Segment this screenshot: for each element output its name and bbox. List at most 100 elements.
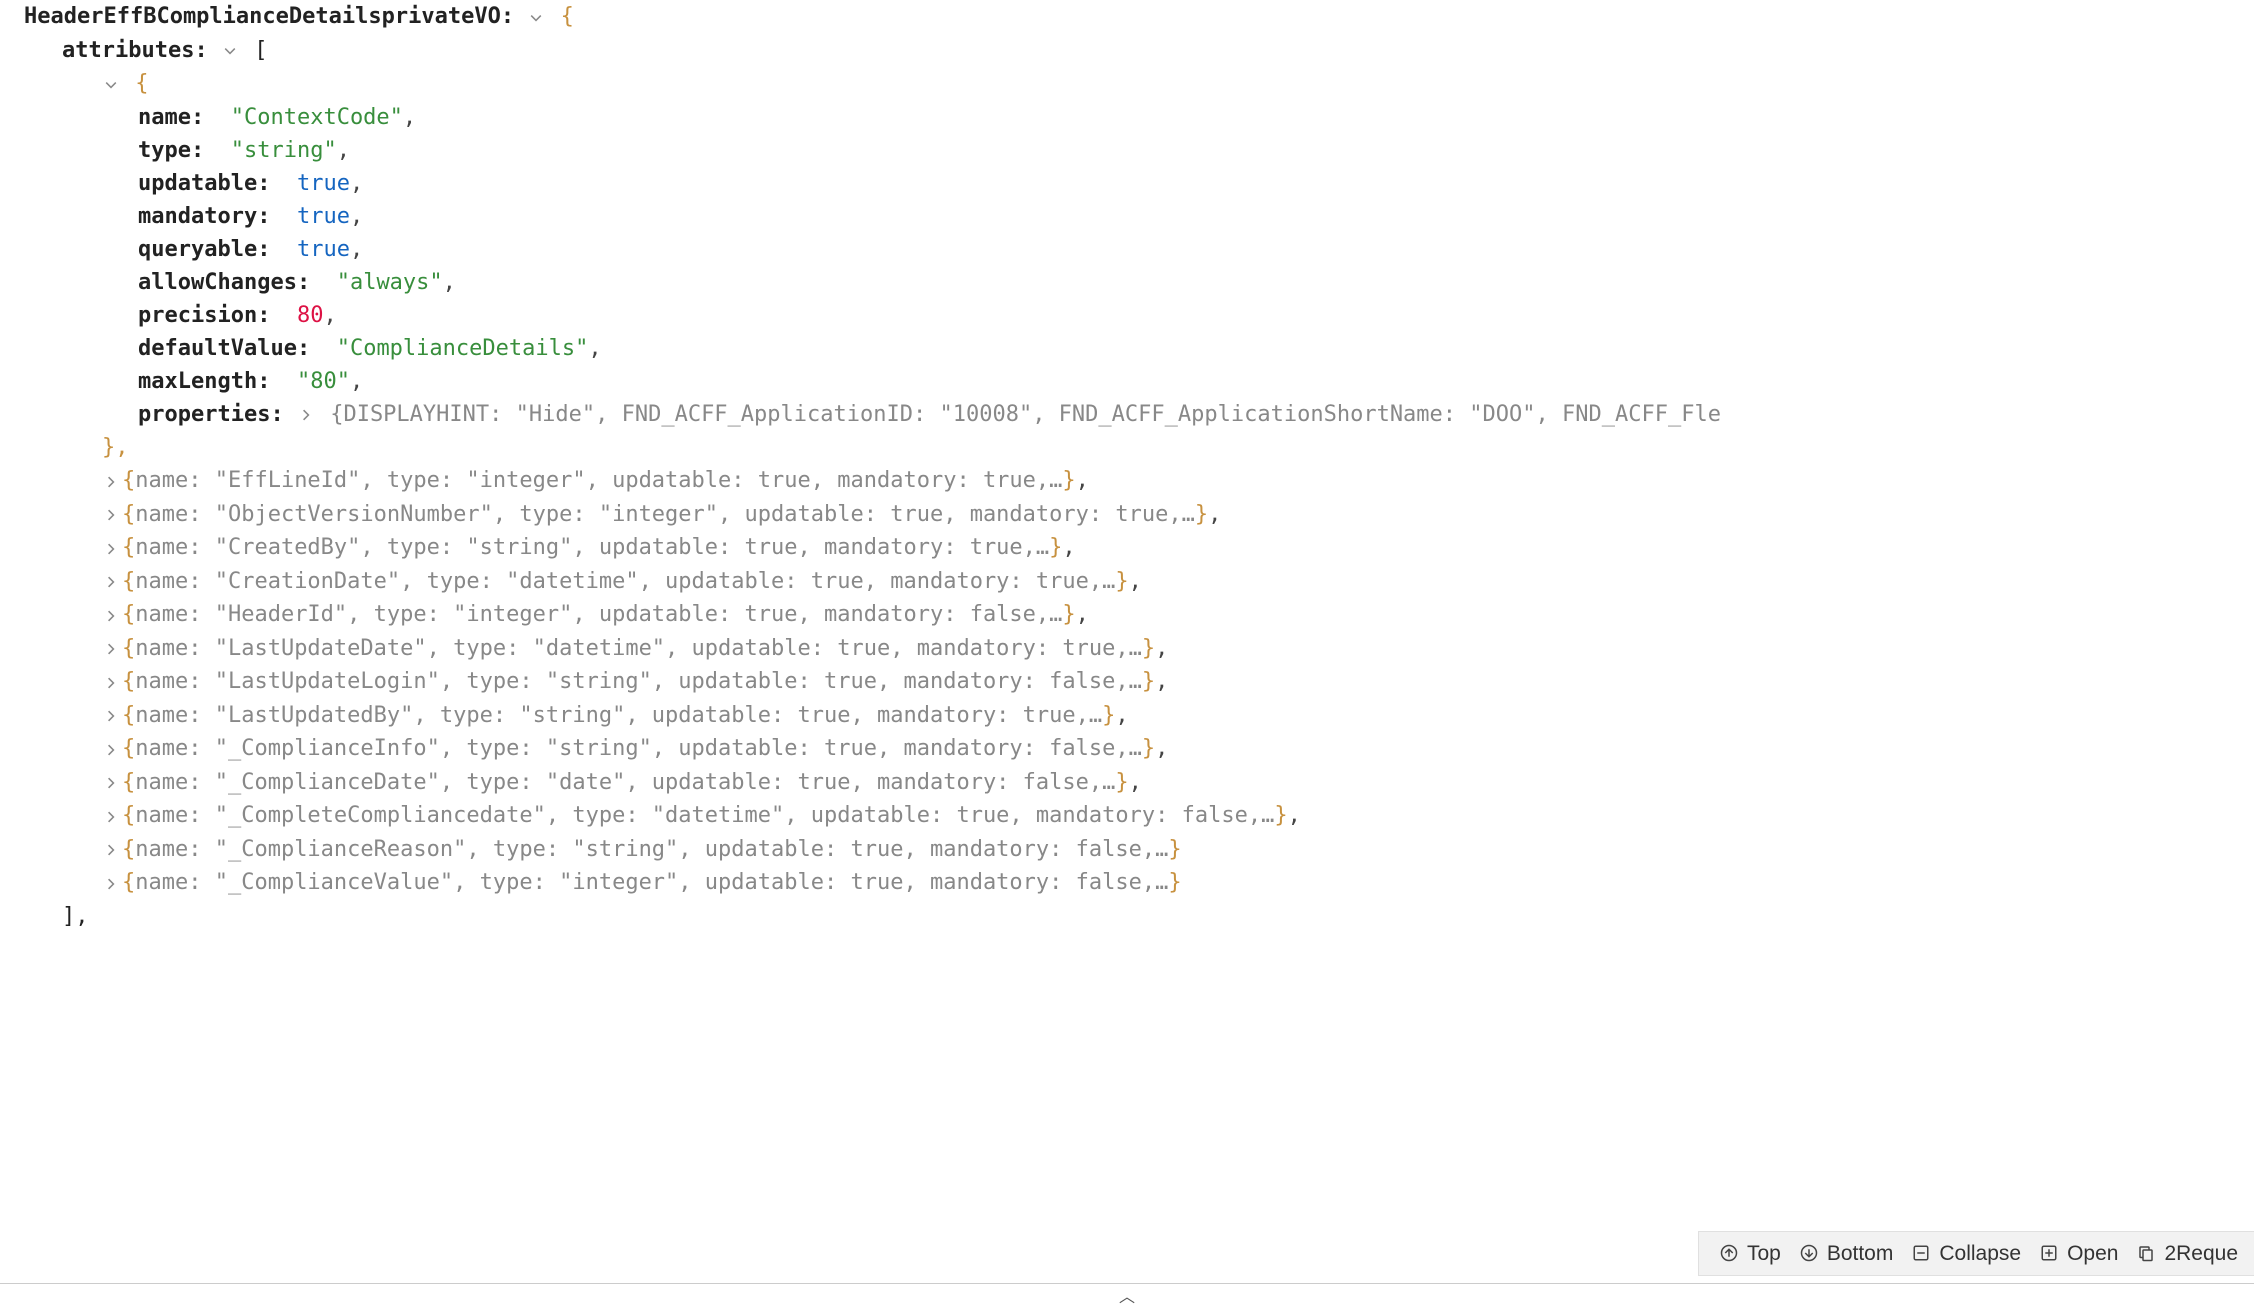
open-brace: { (122, 569, 135, 594)
chevron-right-icon[interactable] (102, 565, 120, 598)
collapsed-preview: name: "LastUpdatedBy", type: "string", u… (135, 703, 1102, 728)
chevron-right-icon[interactable] (102, 800, 120, 833)
close-brace: } (1062, 602, 1075, 627)
root-key: HeaderEffBComplianceDetailsprivateVO (24, 4, 501, 29)
open-brace: { (122, 770, 135, 795)
open-brace: { (122, 837, 135, 862)
open-brace: { (122, 803, 135, 828)
collapsed-object-row: {name: "_ComplianceReason", type: "strin… (0, 833, 2254, 867)
open-brace: { (122, 502, 135, 527)
collapsed-object-row: {name: "_CompleteCompliancedate", type: … (0, 799, 2254, 833)
chevron-right-icon[interactable] (102, 766, 120, 799)
collapsed-object-row: {name: "LastUpdateLogin", type: "string"… (0, 665, 2254, 699)
close-brace: } (1142, 736, 1155, 761)
open-brace: { (122, 602, 135, 627)
copy-icon (2136, 1243, 2156, 1263)
collapsed-object-row: {name: "_ComplianceValue", type: "intege… (0, 866, 2254, 900)
chevron-right-icon[interactable] (102, 733, 120, 766)
arrow-up-circle-icon (1719, 1243, 1739, 1263)
chevron-right-icon[interactable] (102, 867, 120, 900)
open-brace: { (122, 636, 135, 661)
collapsed-object-row: {name: "_ComplianceInfo", type: "string"… (0, 732, 2254, 766)
chevron-right-icon[interactable] (297, 398, 315, 431)
chevron-down-icon[interactable] (221, 34, 239, 67)
close-brace: } (1115, 770, 1128, 795)
open-brace: { (561, 4, 574, 29)
collapsed-preview: name: "LastUpdateDate", type: "datetime"… (135, 636, 1142, 661)
attributes-line: attributes: [ (0, 34, 2254, 68)
attributes-key: attributes (62, 38, 194, 63)
close-brace: } (1062, 468, 1075, 493)
open-brace: { (122, 736, 135, 761)
prop-properties: properties: {DISPLAYHINT: "Hide", FND_AC… (0, 398, 2254, 432)
open-bracket: [ (254, 38, 267, 63)
collapsed-object-row: {name: "CreationDate", type: "datetime",… (0, 565, 2254, 599)
collapsed-object-row: {name: "_ComplianceDate", type: "date", … (0, 766, 2254, 800)
collapse-button[interactable]: Collapse (1911, 1238, 2021, 1270)
json-viewer: HeaderEffBComplianceDetailsprivateVO: { … (0, 0, 2254, 993)
chevron-right-icon[interactable] (102, 498, 120, 531)
chevron-right-icon[interactable] (102, 532, 120, 565)
chevron-right-icon[interactable] (102, 599, 120, 632)
prop-updatable: updatable: true, (0, 167, 2254, 200)
collapsed-preview: name: "HeaderId", type: "integer", updat… (135, 602, 1062, 627)
bottom-button[interactable]: Bottom (1799, 1238, 1894, 1270)
collapsed-object-row: {name: "EffLineId", type: "integer", upd… (0, 464, 2254, 498)
object-close-line: }, (0, 431, 2254, 464)
requests-button[interactable]: 2Reque (2136, 1238, 2238, 1270)
properties-preview: {DISPLAYHINT: "Hide", FND_ACFF_Applicati… (330, 402, 1721, 427)
chevron-down-icon[interactable] (102, 68, 120, 101)
close-brace: } (1115, 569, 1128, 594)
collapsed-object-row: {name: "HeaderId", type: "integer", upda… (0, 598, 2254, 632)
chevron-right-icon[interactable] (102, 699, 120, 732)
collapsed-preview: name: "EffLineId", type: "integer", upda… (135, 468, 1062, 493)
prop-precision: precision: 80, (0, 299, 2254, 332)
minus-square-icon (1911, 1243, 1931, 1263)
open-brace: { (122, 468, 135, 493)
collapsed-preview: name: "_ComplianceReason", type: "string… (135, 837, 1168, 862)
arrow-down-circle-icon (1799, 1243, 1819, 1263)
open-brace: { (135, 71, 148, 96)
prop-type: type: "string", (0, 134, 2254, 167)
collapsed-preview: name: "_CompleteCompliancedate", type: "… (135, 803, 1274, 828)
prop-queryable: queryable: true, (0, 233, 2254, 266)
close-brace: } (1102, 703, 1115, 728)
prop-name: name: "ContextCode", (0, 101, 2254, 134)
collapsed-object-row: {name: "LastUpdateDate", type: "datetime… (0, 632, 2254, 666)
collapsed-object-row: {name: "LastUpdatedBy", type: "string", … (0, 699, 2254, 733)
prop-allowChanges: allowChanges: "always", (0, 266, 2254, 299)
collapsed-preview: name: "ObjectVersionNumber", type: "inte… (135, 502, 1195, 527)
open-brace: { (122, 669, 135, 694)
collapsed-preview: name: "CreatedBy", type: "string", updat… (135, 535, 1049, 560)
collapsed-object-row: {name: "CreatedBy", type: "string", upda… (0, 531, 2254, 565)
chevron-right-icon[interactable] (102, 632, 120, 665)
collapsed-preview: name: "_ComplianceValue", type: "integer… (135, 870, 1168, 895)
prop-mandatory: mandatory: true, (0, 200, 2254, 233)
plus-square-icon (2039, 1243, 2059, 1263)
collapsed-preview: name: "CreationDate", type: "datetime", … (135, 569, 1115, 594)
close-brace: } (1168, 870, 1181, 895)
open-brace: { (122, 535, 135, 560)
collapsed-preview: name: "_ComplianceDate", type: "date", u… (135, 770, 1115, 795)
collapsed-preview: name: "_ComplianceInfo", type: "string",… (135, 736, 1142, 761)
chevron-down-icon[interactable] (527, 1, 545, 34)
collapsed-preview: name: "LastUpdateLogin", type: "string",… (135, 669, 1142, 694)
close-brace: } (1274, 803, 1287, 828)
collapsed-object-row: {name: "ObjectVersionNumber", type: "int… (0, 498, 2254, 532)
close-brace: } (1195, 502, 1208, 527)
top-button[interactable]: Top (1719, 1238, 1781, 1270)
close-brace: } (1049, 535, 1062, 560)
close-brace: } (1142, 669, 1155, 694)
open-brace: { (122, 870, 135, 895)
open-button[interactable]: Open (2039, 1238, 2118, 1270)
prop-defaultValue: defaultValue: "ComplianceDetails", (0, 332, 2254, 365)
chevron-right-icon[interactable] (102, 833, 120, 866)
root-line: HeaderEffBComplianceDetailsprivateVO: { (0, 0, 2254, 34)
chevron-right-icon[interactable] (102, 465, 120, 498)
prop-maxLength: maxLength: "80", (0, 365, 2254, 398)
object-open-line: { (0, 67, 2254, 101)
chevron-up-icon: ︿ (1119, 1289, 1135, 1306)
panel-resize-handle[interactable]: ︿ (0, 1283, 2254, 1310)
close-brace: } (1168, 837, 1181, 862)
chevron-right-icon[interactable] (102, 666, 120, 699)
